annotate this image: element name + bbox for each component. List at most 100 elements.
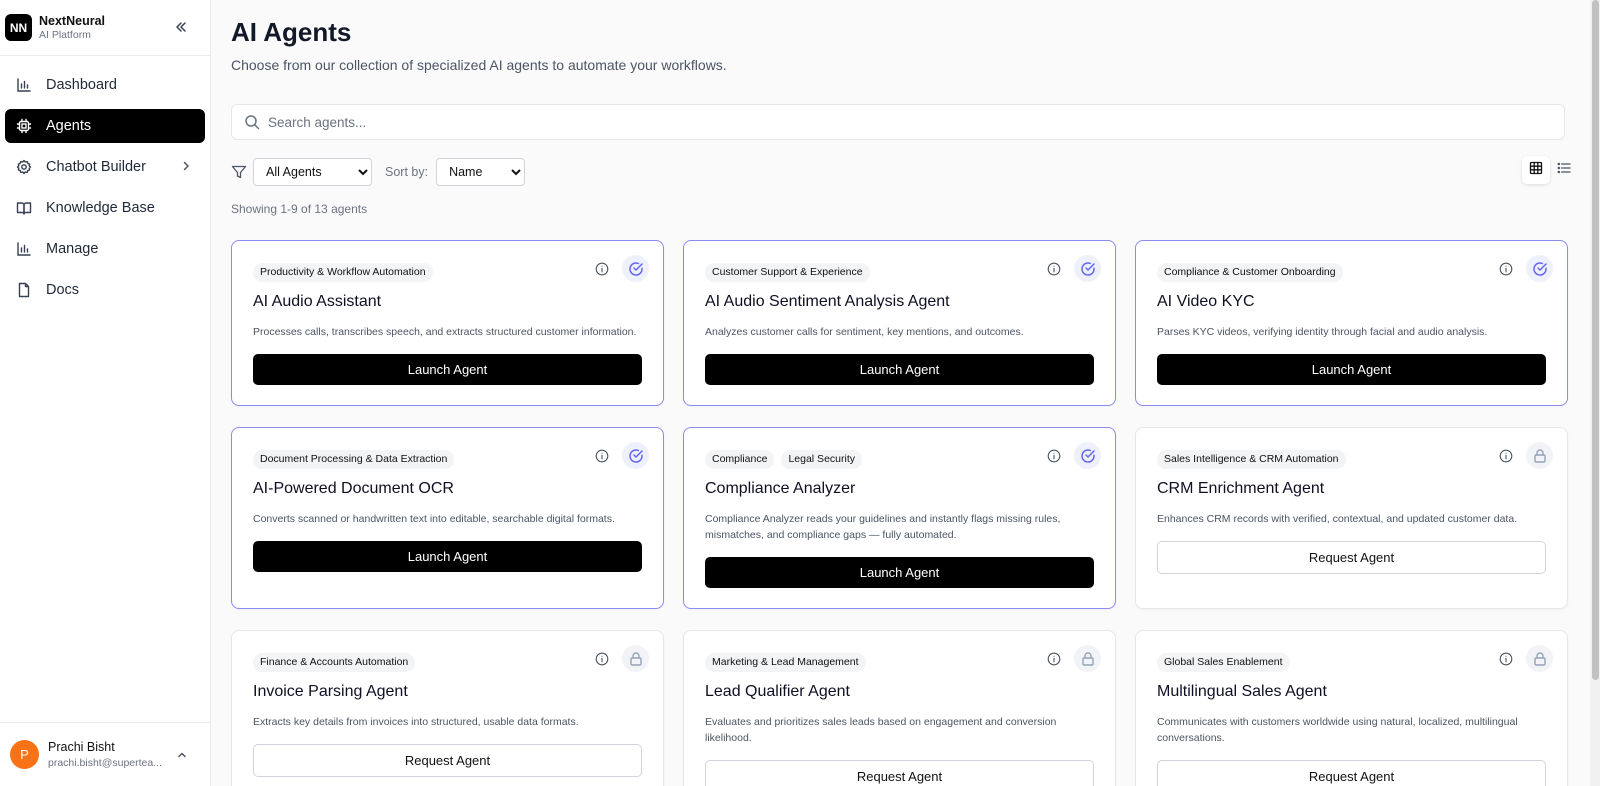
check-circle-icon [622,442,649,469]
check-circle-icon [1526,255,1553,282]
bar-chart-icon [15,76,33,94]
agent-card: Compliance & Customer Onboarding AI Video… [1135,240,1568,406]
search-bar[interactable] [231,104,1565,140]
request-agent-button[interactable]: Request Agent [1157,760,1546,786]
launch-agent-button[interactable]: Launch Agent [705,557,1094,588]
user-name: Prachi Bisht [48,739,115,754]
agent-title: Compliance Analyzer [705,480,856,497]
collapse-sidebar-icon[interactable] [172,18,190,36]
sidebar-item-knowledge-base[interactable]: Knowledge Base [5,191,205,225]
request-agent-button[interactable]: Request Agent [1157,541,1546,574]
agents-grid: Productivity & Workflow Automation AI Aud… [231,240,1568,786]
category-tag: Legal Security [781,450,862,469]
agent-title: AI-Powered Document OCR [253,480,454,497]
scrollbar-thumb[interactable] [1592,0,1599,680]
chevron-up-icon[interactable] [175,748,189,762]
launch-agent-button[interactable]: Launch Agent [705,354,1094,385]
brand-name: NextNeural [39,13,105,28]
agent-title: Invoice Parsing Agent [253,683,408,700]
check-circle-icon [1074,442,1101,469]
lock-icon [622,645,649,672]
sidebar-item-chatbot-builder[interactable]: Chatbot Builder [5,150,205,184]
category-tag: Finance & Accounts Automation [253,653,416,672]
info-icon[interactable] [1499,652,1513,666]
category-tag: Customer Support & Experience [705,263,870,282]
agent-card: Compliance Legal Security Compliance Analy… [683,427,1116,609]
agent-description: Parses KYC videos, verifying identity th… [1157,326,1488,338]
view-toggle [1522,156,1578,184]
sort-label: Sort by: [385,165,429,179]
sidebar-item-label: Knowledge Base [46,200,155,216]
info-icon[interactable] [595,652,609,666]
lock-icon [1074,645,1101,672]
avatar: P [10,740,39,769]
cpu-icon [15,117,33,135]
agent-card: Marketing & Lead Management Lead Qualifie… [683,630,1116,786]
category-tag: Sales Intelligence & CRM Automation [1157,450,1346,469]
request-agent-button[interactable]: Request Agent [705,760,1094,786]
user-email: prachi.bisht@supertea... [48,756,162,769]
info-icon[interactable] [1047,262,1061,276]
check-circle-icon [1074,255,1101,282]
sidebar-item-label: Docs [46,282,80,298]
grid-icon [1529,161,1543,180]
check-circle-icon [622,255,649,282]
info-icon[interactable] [595,449,609,463]
info-icon[interactable] [1047,652,1061,666]
brand-subtitle: AI Platform [39,28,91,41]
sidebar-item-docs[interactable]: Docs [5,273,205,307]
grid-view-button[interactable] [1522,156,1550,184]
filter-icon [231,164,247,180]
agent-title: Lead Qualifier Agent [705,683,850,700]
info-icon[interactable] [595,262,609,276]
agent-card: Customer Support & Experience AI Audio Se… [683,240,1116,406]
info-icon[interactable] [1047,449,1061,463]
sidebar-item-label: Agents [46,118,92,134]
scrollbar[interactable] [1590,0,1600,786]
launch-agent-button[interactable]: Launch Agent [1157,354,1546,385]
book-icon [15,199,33,217]
agent-description: Enhances CRM records with verified, cont… [1157,513,1518,525]
lock-icon [1526,442,1553,469]
category-tag: Productivity & Workflow Automation [253,263,433,282]
agent-title: AI Video KYC [1157,293,1255,310]
agent-description: Communicates with customers worldwide us… [1157,716,1518,744]
request-agent-button[interactable]: Request Agent [253,744,642,777]
info-icon[interactable] [1499,262,1513,276]
agent-card: Finance & Accounts Automation Invoice Par… [231,630,664,786]
sidebar-item-agents[interactable]: Agents [5,109,205,143]
brand-header: NN NextNeural AI Platform [0,0,210,56]
agent-card: Sales Intelligence & CRM Automation CRM E… [1135,427,1568,609]
sidebar-nav: Dashboard Agents Chatbot Builder Knowledge … [0,56,210,326]
category-tag: Compliance & Customer Onboarding [1157,263,1343,282]
sidebar-item-manage[interactable]: Manage [5,232,205,266]
launch-agent-button[interactable]: Launch Agent [253,354,642,385]
agent-card: Global Sales Enablement Multilingual Sale… [1135,630,1568,786]
results-count: Showing 1-9 of 13 agents [231,202,368,216]
info-icon[interactable] [1499,449,1513,463]
search-input[interactable] [268,114,1468,130]
sidebar-item-label: Dashboard [46,77,117,93]
sidebar-item-dashboard[interactable]: Dashboard [5,68,205,102]
sort-select[interactable]: Name [436,158,526,186]
category-tag: Document Processing & Data Extraction [253,450,455,469]
brand-logo: NN [5,14,32,41]
category-tag: Compliance [705,450,775,469]
search-icon [244,114,260,130]
page-title: AI Agents [231,17,352,47]
agent-description: Converts scanned or handwritten text int… [253,513,615,525]
launch-agent-button[interactable]: Launch Agent [253,541,642,572]
sidebar: NN NextNeural AI Platform Dashboard Agent… [0,0,211,786]
agent-title: AI Audio Sentiment Analysis Agent [705,293,950,310]
agent-title: CRM Enrichment Agent [1157,480,1325,497]
agent-description: Compliance Analyzer reads your guideline… [705,513,1061,541]
category-select[interactable]: All Agents [253,158,372,186]
list-view-button[interactable] [1550,156,1578,184]
agent-description: Processes calls, transcribes speech, and… [253,326,637,338]
category-tag: Global Sales Enablement [1157,653,1290,672]
agent-description: Extracts key details from invoices into … [253,716,579,728]
agent-card: Productivity & Workflow Automation AI Aud… [231,240,664,406]
user-profile[interactable]: P Prachi Bisht prachi.bisht@supertea... [0,722,211,786]
agent-title: AI Audio Assistant [253,293,382,310]
bar-chart-icon [15,240,33,258]
